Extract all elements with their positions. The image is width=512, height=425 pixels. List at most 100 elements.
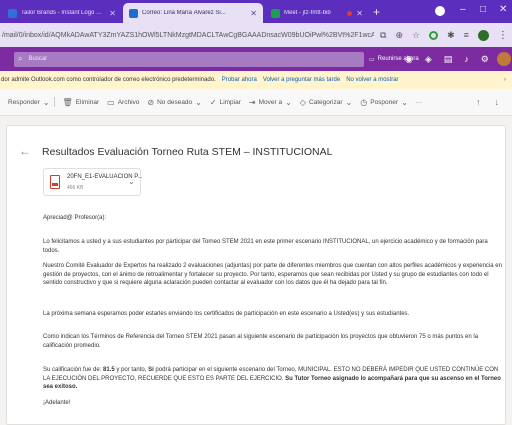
chevron-down-icon: ⌄ — [401, 97, 408, 107]
junk-label: No deseado — [157, 98, 193, 106]
divider — [53, 97, 55, 107]
new-tab-button[interactable]: + — [373, 5, 380, 19]
notifications-icon[interactable]: ♪ — [464, 54, 469, 65]
chevron-down-icon: ⌄ — [345, 97, 353, 107]
profile-icon[interactable] — [435, 6, 445, 16]
categorize-label: Categorizar — [308, 98, 343, 106]
broom-icon: ✓ — [209, 97, 217, 107]
back-arrow-icon[interactable]: ← — [19, 144, 31, 158]
address-bar: /mail/0/inbox/id/AQMkADAwATY3ZmYAZS1hOWl… — [0, 23, 512, 47]
navigation-arrows: ↑ ↓ — [476, 97, 499, 107]
paragraph-1: Lo felicitamos a usted y a sus estudiant… — [43, 239, 488, 254]
outlook-header: ⌕ Buscar ▭ Reunirse ahora ◉ ◈ ▤ ♪ ⚙ ? ◁ — [0, 47, 512, 71]
close-window-button[interactable]: ✕ — [499, 4, 507, 15]
chevron-down-icon: ⌄ — [195, 97, 202, 107]
score-value: 81.5 — [103, 367, 115, 373]
zoom-icon[interactable]: ⊕ — [395, 30, 403, 41]
move-to-label: Mover a — [258, 98, 283, 106]
minimize-button[interactable]: – — [460, 4, 466, 15]
chevron-down-icon[interactable]: ⌄ — [128, 177, 135, 186]
close-tab-icon[interactable]: ✕ — [109, 9, 116, 18]
browser-avatar[interactable] — [477, 29, 489, 41]
paragraph-5: Su calificación fue de: 81.5 y por tanto… — [43, 366, 503, 392]
chevron-down-icon: ⌄ — [285, 97, 292, 107]
attachment-size: 466 KB — [67, 185, 84, 191]
paragraph-2: Nuestro Comité Evaluador de Expertos ha … — [43, 263, 502, 286]
extensions-puzzle-icon[interactable]: ✱ — [447, 30, 455, 41]
block-icon: ⊘ — [147, 97, 155, 107]
move-to-button[interactable]: ⇥ Mover a ⌄ — [249, 98, 292, 107]
try-now-link[interactable]: Probar ahora — [222, 77, 257, 83]
greeting: Apreciad@ Profesor(a): — [43, 215, 107, 221]
arrow-up-icon[interactable]: ↑ — [476, 97, 481, 107]
banner-message: dor admite Outlook.com como controlador … — [1, 77, 216, 83]
paragraph-3: La próxima semana esperamos poder estarl… — [43, 311, 410, 317]
user-avatar[interactable] — [497, 52, 511, 66]
tailor-brands-favicon-icon — [8, 8, 17, 18]
ask-later-link[interactable]: Volver a preguntar más tarde — [263, 77, 340, 83]
browser-tab-strip: Tailor Brands - Instant Logo Mak ✕ Corre… — [0, 0, 512, 23]
trash-icon: 🗑 — [62, 97, 73, 107]
browser-menu-icon[interactable]: ⋮ — [498, 30, 508, 41]
skype-icon[interactable]: ◉ — [405, 54, 413, 65]
archive-button[interactable]: ▭ Archivo — [107, 98, 139, 107]
close-tab-icon[interactable]: ✕ — [356, 9, 363, 18]
never-show-link[interactable]: No volver a mostrar — [346, 77, 398, 83]
tab-title: Tailor Brands - Instant Logo Mak — [21, 10, 106, 16]
header-icons: ◉ ◈ ▤ ♪ ⚙ ? ◁ — [405, 54, 512, 65]
postpone-button[interactable]: ◷ Posponer ⌄ — [360, 98, 408, 107]
junk-button[interactable]: ⊘ No deseado ⌄ — [147, 98, 201, 107]
url-field[interactable]: /mail/0/inbox/id/AQMkADAwATY3ZmYAZS1hOWl… — [2, 27, 374, 43]
browser-tab-tailor-brands[interactable]: Tailor Brands - Instant Logo Mak ✕ — [2, 3, 122, 23]
more-actions-button[interactable]: ··· — [416, 99, 423, 106]
sweep-label: Limpiar — [219, 98, 241, 106]
reading-pane: ← Resultados Evaluación Torneo Ruta STEM… — [0, 117, 512, 425]
maximize-button[interactable]: □ — [480, 4, 486, 15]
paragraph-4: Como indican los Términos de Referencia … — [43, 334, 479, 349]
chevron-down-icon: ⌄ — [42, 97, 50, 107]
default-mail-banner: dor admite Outlook.com como controlador … — [0, 71, 512, 89]
recording-dot-icon — [347, 10, 353, 16]
reply-label: Responder — [8, 98, 40, 106]
outlook-favicon-icon — [129, 8, 138, 18]
toolbar-icons: ⧉ ⊕ ☆ ✱ ≡ ⋮ — [380, 29, 508, 41]
teams-icon[interactable]: ◈ — [425, 54, 432, 65]
translate-icon[interactable]: ⧉ — [380, 30, 386, 41]
video-camera-icon: ▭ — [369, 56, 375, 63]
search-placeholder: Buscar — [28, 56, 48, 62]
pdf-file-icon — [50, 175, 60, 189]
delete-button[interactable]: 🗑 Eliminar — [63, 98, 100, 107]
extension-icon[interactable] — [429, 30, 439, 40]
categorize-button[interactable]: ◇ Categorizar ⌄ — [300, 98, 352, 107]
browser-tab-outlook-mail[interactable]: Correo: Lina María Álvarez Si... ✕ — [123, 3, 263, 23]
more-label: ··· — [415, 98, 423, 106]
tag-icon: ◇ — [299, 97, 306, 107]
tab-title: Meet - jtz-fmtt-bib — [284, 10, 331, 16]
email-card: ← Resultados Evaluación Torneo Ruta STEM… — [6, 125, 506, 425]
search-input[interactable]: ⌕ Buscar — [14, 51, 364, 67]
search-icon: ⌕ — [18, 54, 23, 63]
reply-button[interactable]: Responder ⌄ — [8, 98, 50, 107]
closing: ¡Adelante! — [43, 400, 71, 406]
command-bar: Responder ⌄ 🗑 Eliminar ▭ Archivo ⊘ No de… — [0, 89, 512, 116]
tab-title: Correo: Lina María Álvarez Si... — [142, 10, 226, 16]
email-subject: Resultados Evaluación Torneo Ruta STEM –… — [42, 146, 333, 158]
meet-favicon-icon — [271, 8, 280, 18]
delete-label: Eliminar — [75, 98, 100, 106]
attachment-card[interactable]: 20FN_E1-EVALUACION P... 466 KB ⌄ — [43, 168, 142, 196]
bookmark-star-icon[interactable]: ☆ — [412, 30, 420, 41]
browser-tab-google-meet[interactable]: Meet - jtz-fmtt-bib ✕ — [265, 3, 369, 23]
calendar-icon[interactable]: ▤ — [444, 54, 453, 65]
score-intro: Su calificación fue de: — [43, 367, 104, 373]
archive-icon: ▭ — [107, 97, 115, 107]
archive-label: Archivo — [117, 98, 140, 106]
chevron-right-icon[interactable]: › — [504, 77, 506, 83]
sweep-button[interactable]: ✓ Limpiar — [210, 98, 241, 107]
folder-move-icon: ⇥ — [248, 97, 256, 107]
postpone-label: Posponer — [370, 98, 399, 106]
reading-list-icon[interactable]: ≡ — [464, 30, 469, 40]
settings-gear-icon[interactable]: ⚙ — [481, 54, 489, 65]
arrow-down-icon[interactable]: ↓ — [495, 97, 500, 107]
score-mid: y por tanto, — [114, 367, 149, 373]
close-tab-icon[interactable]: ✕ — [250, 9, 257, 18]
